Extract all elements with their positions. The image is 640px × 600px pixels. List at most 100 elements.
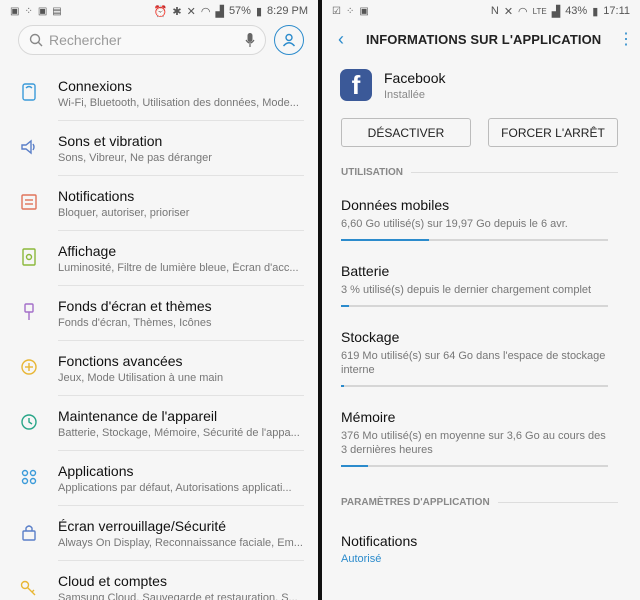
item-subtitle: Bloquer, autoriser, prioriser (58, 207, 190, 219)
settings-item[interactable]: Écran verrouillage/Sécurité Always On Dis… (0, 506, 318, 561)
usage-progress-bar (341, 239, 608, 241)
force-stop-button[interactable]: FORCER L'ARRÊT (488, 118, 618, 147)
image-icon: ▤ (52, 5, 62, 17)
divider (411, 171, 618, 173)
usage-detail: 3 % utilisé(s) depuis le dernier chargem… (341, 284, 592, 296)
settings-screen: ▣ ⁘ ▣ ▤ ⏰ ✱ ✕ ◠ ▟ 57% ▮ 8:29 PM Recherch… (0, 0, 318, 600)
image-icon: ▣ (359, 5, 369, 17)
setting-title: Notifications (341, 533, 418, 549)
status-bar: ▣ ⁘ ▣ ▤ ⏰ ✱ ✕ ◠ ▟ 57% ▮ 8:29 PM (0, 0, 318, 22)
item-subtitle: Samsung Cloud, Sauvegarde et restauratio… (58, 592, 298, 600)
alarm-icon: ⏰ (153, 5, 168, 18)
item-title: Maintenance de l'appareil (58, 408, 218, 424)
connections-icon (0, 78, 58, 102)
usage-progress-fill (341, 385, 344, 387)
usage-progress-fill (341, 465, 368, 467)
microphone-icon[interactable] (245, 32, 255, 48)
disable-button[interactable]: DÉSACTIVER (341, 118, 471, 147)
battery-percent: 43% (565, 5, 588, 17)
signal-icon: ▟ (551, 5, 561, 18)
usage-item[interactable]: Batterie 3 % utilisé(s) depuis le dernier… (322, 263, 640, 307)
usage-item[interactable]: Stockage 619 Mo utilisé(s) sur 64 Go dans… (322, 329, 640, 387)
speaker-icon (0, 133, 58, 157)
item-title: Sons et vibration (58, 133, 163, 149)
settings-item[interactable]: Applications Applications par défaut, Aut… (0, 451, 318, 506)
usage-title: Données mobiles (341, 197, 450, 213)
item-title: Affichage (58, 243, 117, 259)
logo-letter: f (351, 70, 361, 100)
usage-item[interactable]: Mémoire 376 Mo utilisé(s) en moyenne sur … (322, 409, 640, 467)
battery-icon: ▮ (592, 5, 599, 18)
usage-section-header: UTILISATION (322, 157, 640, 187)
nfc-icon: N (490, 5, 499, 17)
usage-detail: 619 Mo utilisé(s) sur 64 Go dans l'espac… (341, 350, 606, 376)
item-title: Cloud et comptes (58, 573, 167, 589)
back-arrow-icon[interactable]: ‹ (338, 29, 366, 50)
battery-percent: 57% (228, 5, 251, 17)
notification-icon (0, 188, 58, 212)
check-icon: ☑ (332, 5, 341, 17)
signal-icon: ▟ (215, 5, 224, 18)
item-title: Applications (58, 463, 134, 479)
app-install-status: Installée (384, 88, 425, 101)
status-bar: ☑ ⁘ ▣ N ✕ ◠ LTE ▟ 43% ▮ 17:11 (322, 0, 640, 22)
grid-icon: ⁘ (24, 5, 33, 17)
usage-detail: 6,60 Go utilisé(s) sur 19,97 Go depuis l… (341, 218, 568, 230)
settings-list: Connexions Wi-Fi, Bluetooth, Utilisation … (0, 66, 318, 600)
profile-button[interactable] (274, 25, 304, 55)
clock: 17:11 (603, 5, 630, 17)
item-title: Notifications (58, 188, 135, 204)
usage-detail: 376 Mo utilisé(s) en moyenne sur 3,6 Go … (341, 430, 606, 456)
item-subtitle: Sons, Vibreur, Ne pas déranger (58, 152, 212, 164)
usage-title: Stockage (341, 329, 400, 345)
bluetooth-icon: ✱ (172, 5, 182, 18)
settings-item[interactable]: Cloud et comptes Samsung Cloud, Sauvegard… (0, 561, 318, 600)
display-icon (0, 243, 58, 267)
params-section-header: PARAMÈTRES D'APPLICATION (322, 487, 640, 517)
settings-item[interactable]: Connexions Wi-Fi, Bluetooth, Utilisation … (0, 66, 318, 121)
settings-item[interactable]: Maintenance de l'appareil Batterie, Stock… (0, 396, 318, 451)
usage-progress-bar (341, 305, 608, 307)
setting-value: Autorisé (341, 553, 382, 565)
settings-item[interactable]: Fonds d'écran et thèmes Fonds d'écran, Th… (0, 286, 318, 341)
clock: 8:29 PM (267, 5, 308, 17)
search-input[interactable]: Rechercher (18, 25, 266, 55)
item-title: Fonctions avancées (58, 353, 183, 369)
usage-item[interactable]: Données mobiles 6,60 Go utilisé(s) sur 19… (322, 197, 640, 241)
app-summary: f Facebook Installée (322, 56, 640, 106)
settings-item[interactable]: Affichage Luminosité, Filtre de lumière b… (0, 231, 318, 286)
mute-icon: ✕ (186, 5, 196, 18)
search-icon (29, 33, 43, 47)
item-subtitle: Always On Display, Reconnaissance facial… (58, 537, 303, 549)
maintenance-icon (0, 408, 58, 432)
image-icon: ▣ (37, 5, 48, 17)
search-placeholder: Rechercher (49, 32, 122, 48)
usage-progress-fill (341, 305, 349, 307)
notification-icons: ▣ ⁘ ▣ ▤ (10, 6, 62, 17)
usage-title: Mémoire (341, 409, 396, 425)
settings-item[interactable]: Sons et vibration Sons, Vibreur, Ne pas d… (0, 121, 318, 176)
user-icon (282, 33, 296, 47)
facebook-logo-icon: f (340, 69, 372, 101)
item-title: Écran verrouillage/Sécurité (58, 518, 227, 534)
key-icon (0, 573, 58, 597)
item-subtitle: Jeux, Mode Utilisation à une main (58, 372, 224, 384)
item-subtitle: Batterie, Stockage, Mémoire, Sécurité de… (58, 427, 300, 439)
item-subtitle: Wi-Fi, Bluetooth, Utilisation des donnée… (58, 97, 299, 109)
usage-progress-bar (341, 385, 608, 387)
notifications-setting[interactable]: Notifications Autorisé (322, 533, 640, 565)
section-title: PARAMÈTRES D'APPLICATION (341, 496, 490, 508)
usage-title: Batterie (341, 263, 390, 279)
usage-list: Données mobiles 6,60 Go utilisé(s) sur 19… (322, 197, 640, 467)
lock-icon (0, 518, 58, 542)
network-type: LTE (532, 6, 547, 16)
page-title: INFORMATIONS SUR L'APPLICATION (366, 31, 602, 47)
divider (497, 501, 618, 503)
settings-item[interactable]: Fonctions avancées Jeux, Mode Utilisation… (0, 341, 318, 396)
item-title: Connexions (58, 78, 132, 94)
brush-icon (0, 298, 58, 322)
usage-progress-fill (341, 239, 430, 241)
more-options-icon[interactable]: ⋮ (618, 29, 634, 49)
settings-item[interactable]: Notifications Bloquer, autoriser, prioris… (0, 176, 318, 231)
gear-plus-icon (0, 353, 58, 377)
